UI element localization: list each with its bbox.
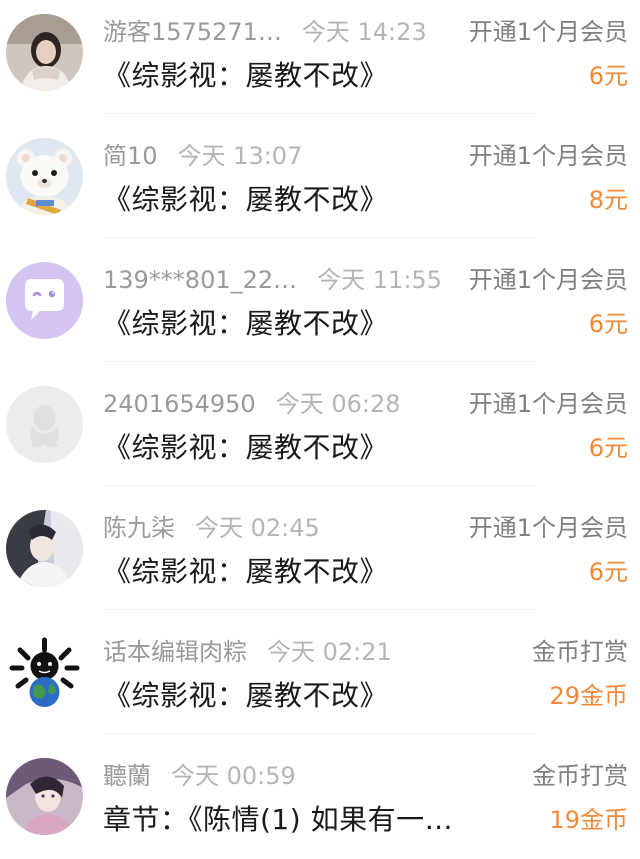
record-amount: 6元 — [588, 434, 628, 462]
book-title[interactable]: 《综影视：屡教不改》 — [103, 676, 388, 716]
timestamp: 今天 13:07 — [177, 142, 303, 170]
anime-character-avatar-icon[interactable] — [6, 510, 83, 587]
record-amount: 19金币 — [549, 806, 628, 834]
anime-girl-avatar-icon[interactable] — [6, 758, 83, 835]
book-title[interactable]: 《综影视：屡教不改》 — [103, 428, 388, 468]
record-amount: 6元 — [588, 62, 628, 90]
record-meta: 聽蘭 今天 00:59 — [103, 759, 296, 793]
timestamp: 今天 02:21 — [267, 638, 392, 666]
record-amount: 29金币 — [549, 682, 628, 710]
record-meta: 139***801_22… 今天 11:55 — [103, 263, 442, 297]
chat-bubble-avatar-icon[interactable] — [6, 262, 83, 339]
record-meta: 游客1575271… 今天 14:23 — [103, 15, 427, 49]
list-item[interactable]: 话本编辑肉粽 今天 02:21 《综影视：屡教不改》 金币打赏 29金币 — [0, 610, 640, 734]
teddy-bear-avatar-icon[interactable] — [6, 138, 83, 215]
record-amount: 6元 — [588, 310, 628, 338]
record-type: 开通1个月会员 — [468, 390, 628, 418]
username[interactable]: 聽蘭 — [103, 762, 151, 790]
globe-meme-avatar-icon[interactable] — [6, 634, 83, 711]
username[interactable]: 2401654950 — [103, 390, 256, 418]
list-item[interactable]: 聽蘭 今天 00:59 章节：《陈情(1) 如果有一… 金币打赏 19金币 — [0, 734, 640, 858]
record-type: 开通1个月会员 — [468, 18, 628, 46]
list-item[interactable]: 简10 今天 13:07 《综影视：屡教不改》 开通1个月会员 8元 — [0, 114, 640, 238]
record-type: 开通1个月会员 — [468, 142, 628, 170]
timestamp: 今天 06:28 — [275, 390, 401, 418]
record-meta: 陈九柒 今天 02:45 — [103, 511, 320, 545]
record-meta: 简10 今天 13:07 — [103, 139, 302, 173]
record-amount: 6元 — [588, 558, 628, 586]
list-item[interactable]: 陈九柒 今天 02:45 《综影视：屡教不改》 开通1个月会员 6元 — [0, 486, 640, 610]
record-type: 金币打赏 — [532, 638, 628, 666]
username[interactable]: 游客1575271… — [103, 18, 282, 46]
username[interactable]: 话本编辑肉粽 — [103, 638, 247, 666]
book-title[interactable]: 《综影视：屡教不改》 — [103, 304, 388, 344]
username[interactable]: 陈九柒 — [103, 514, 175, 542]
reward-record-list: 游客1575271… 今天 14:23 《综影视：屡教不改》 开通1个月会员 6元 — [0, 0, 640, 859]
timestamp: 今天 14:23 — [301, 18, 427, 46]
chapter-title[interactable]: 章节：《陈情(1) 如果有一… — [103, 800, 453, 840]
record-meta: 话本编辑肉粽 今天 02:21 — [103, 635, 392, 669]
record-type: 金币打赏 — [532, 762, 628, 790]
record-amount: 8元 — [588, 186, 628, 214]
record-meta: 2401654950 今天 06:28 — [103, 387, 401, 421]
book-title[interactable]: 《综影视：屡教不改》 — [103, 56, 388, 96]
book-title[interactable]: 《综影视：屡教不改》 — [103, 180, 388, 220]
timestamp: 今天 00:59 — [171, 762, 296, 790]
list-item[interactable]: 2401654950 今天 06:28 《综影视：屡教不改》 开通1个月会员 6元 — [0, 362, 640, 486]
timestamp: 今天 02:45 — [195, 514, 320, 542]
timestamp: 今天 11:55 — [317, 266, 442, 294]
record-type: 开通1个月会员 — [468, 266, 628, 294]
record-type: 开通1个月会员 — [468, 514, 628, 542]
photo-avatar-girl-icon[interactable] — [6, 14, 83, 91]
username[interactable]: 139***801_22… — [103, 266, 297, 294]
book-title[interactable]: 《综影视：屡教不改》 — [103, 552, 388, 592]
username[interactable]: 简10 — [103, 142, 158, 170]
list-item[interactable]: 游客1575271… 今天 14:23 《综影视：屡教不改》 开通1个月会员 6元 — [0, 0, 640, 114]
default-penguin-avatar-icon[interactable] — [6, 386, 83, 463]
list-item[interactable]: 139***801_22… 今天 11:55 《综影视：屡教不改》 开通1个月会员… — [0, 238, 640, 362]
